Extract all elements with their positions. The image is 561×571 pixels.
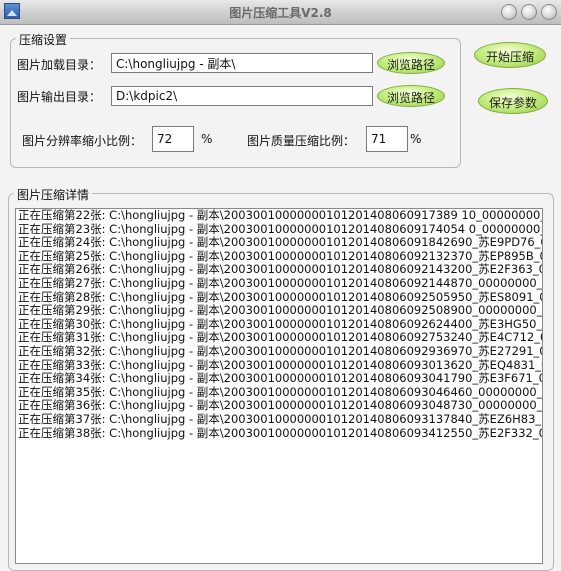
browse-output-dir-label: 浏览路径: [386, 91, 435, 105]
resolution-ratio-input[interactable]: [152, 126, 194, 152]
title-bar[interactable]: 图片压缩工具V2.8: [0, 0, 561, 25]
load-dir-label: 图片加载目录：: [17, 58, 102, 72]
quality-percent: %: [410, 132, 422, 146]
settings-group-title: 压缩设置: [16, 31, 71, 48]
maximize-button[interactable]: [521, 4, 537, 20]
log-line: 正在压缩第24张: C:\hongliujpg - 副本\20030010000…: [18, 235, 543, 250]
browse-output-dir-button[interactable]: 浏览路径: [377, 85, 445, 107]
log-line: 正在压缩第25张: C:\hongliujpg - 副本\20030010000…: [18, 248, 543, 263]
log-line: 正在压缩第33张: C:\hongliujpg - 副本\20030010000…: [18, 357, 543, 372]
log-line: 正在压缩第26张: C:\hongliujpg - 副本\20030010000…: [18, 262, 543, 277]
save-params-label: 保存参数: [488, 96, 537, 110]
start-compress-label: 开始压缩: [485, 50, 534, 64]
log-line: 正在压缩第34张: C:\hongliujpg - 副本\20030010000…: [18, 371, 543, 386]
close-button[interactable]: [541, 4, 557, 20]
log-line: 正在压缩第37张: C:\hongliujpg - 副本\20030010000…: [18, 411, 543, 426]
resolution-ratio-label: 图片分辨率缩小比例：: [22, 134, 143, 148]
log-line: 正在压缩第30张: C:\hongliujpg - 副本\20030010000…: [18, 316, 543, 331]
quality-ratio-input[interactable]: [366, 126, 408, 152]
log-line: 正在压缩第31张: C:\hongliujpg - 副本\20030010000…: [18, 330, 543, 345]
log-line: 正在压缩第36张: C:\hongliujpg - 副本\20030010000…: [18, 398, 543, 413]
log-line: 正在压缩第32张: C:\hongliujpg - 副本\20030010000…: [18, 343, 543, 358]
log-line: 正在压缩第27张: C:\hongliujpg - 副本\20030010000…: [18, 275, 543, 290]
minimize-button[interactable]: [501, 4, 517, 20]
compression-log[interactable]: 正在压缩第22张: C:\hongliujpg - 副本\20030010000…: [15, 208, 543, 564]
details-group-title: 图片压缩详情: [14, 186, 93, 203]
log-line: 正在压缩第23张: C:\hongliujpg - 副本\20030010000…: [18, 221, 543, 236]
window-title: 图片压缩工具V2.8: [229, 6, 332, 20]
log-line: 正在压缩第22张: C:\hongliujpg - 副本\20030010000…: [18, 208, 543, 222]
log-line: 正在压缩第38张: C:\hongliujpg - 副本\20030010000…: [18, 425, 543, 440]
log-line: 正在压缩第28张: C:\hongliujpg - 副本\20030010000…: [18, 289, 543, 304]
browse-load-dir-button[interactable]: 浏览路径: [377, 52, 445, 74]
log-line: 正在压缩第35张: C:\hongliujpg - 副本\20030010000…: [18, 384, 543, 399]
log-line: 正在压缩第29张: C:\hongliujpg - 副本\20030010000…: [18, 303, 543, 318]
start-compress-button[interactable]: 开始压缩: [474, 42, 546, 68]
resolution-percent: %: [201, 132, 213, 146]
load-dir-input[interactable]: [111, 53, 373, 73]
quality-ratio-label: 图片质量压缩比例：: [247, 134, 356, 148]
save-params-button[interactable]: 保存参数: [478, 88, 548, 114]
output-dir-label: 图片输出目录：: [17, 90, 102, 104]
browse-load-dir-label: 浏览路径: [386, 58, 435, 72]
output-dir-input[interactable]: [111, 86, 373, 106]
